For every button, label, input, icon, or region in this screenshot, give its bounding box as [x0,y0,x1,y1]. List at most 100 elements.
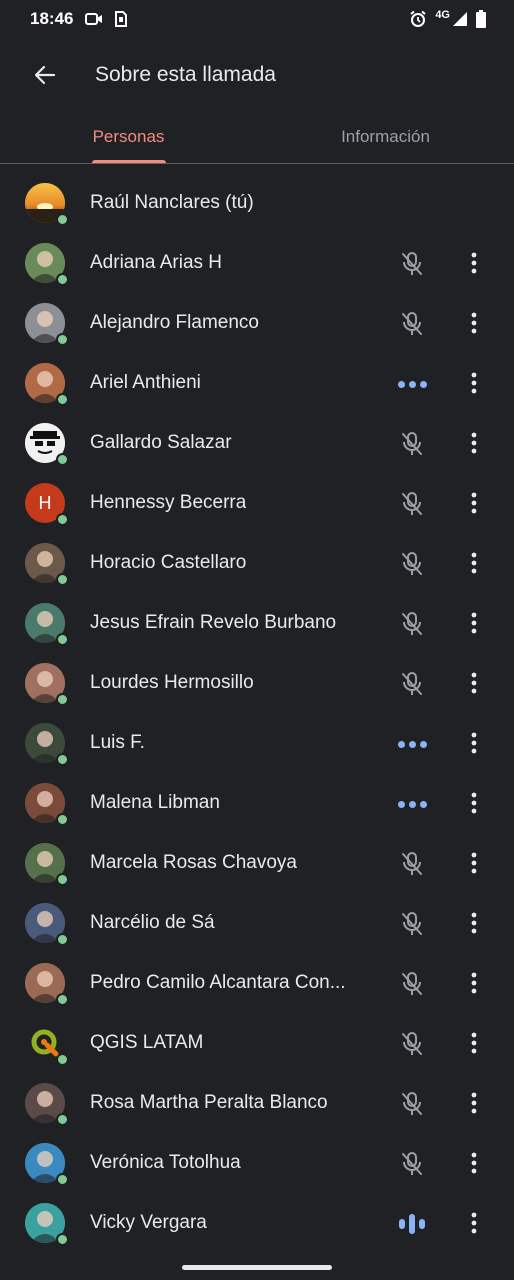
more-vert-icon [471,552,477,574]
more-vert-icon [471,792,477,814]
participant-row[interactable]: H Hennessy Becerra [0,473,514,533]
more-options-button[interactable] [462,789,486,817]
participant-row[interactable]: Rosa Martha Peralta Blanco [0,1073,514,1133]
more-options-button[interactable] [462,489,486,517]
participant-row[interactable]: Adriana Arias H [0,233,514,293]
more-options-button[interactable] [462,1149,486,1177]
participant-row[interactable]: Horacio Castellaro [0,533,514,593]
more-options-button[interactable] [462,729,486,757]
presence-dot [56,813,69,826]
avatar-letter: H [38,492,52,513]
home-gesture-handle[interactable] [182,1265,332,1270]
presence-dot [56,213,69,226]
participant-row[interactable]: Alejandro Flamenco [0,293,514,353]
more-vert-icon [471,1032,477,1054]
avatar [25,1203,69,1246]
back-button[interactable] [21,51,69,99]
signal-icon [452,11,468,27]
participant-mic-status [398,670,426,698]
participant-row[interactable]: Luis F. [0,713,514,773]
video-call-icon [85,12,103,26]
participant-row[interactable]: Ariel Anthieni [0,353,514,413]
participant-mic-status [398,850,426,878]
participant-name: Hennessy Becerra [90,492,247,513]
participant-row[interactable]: Marcela Rosas Chavoya [0,833,514,893]
more-options-button[interactable] [462,1209,486,1237]
mic-off-icon [400,551,424,577]
avatar [25,1083,69,1126]
more-vert-icon [471,1212,477,1234]
more-vert-icon [471,1092,477,1114]
participant-mic-status [398,490,426,518]
participant-name: Jesus Efrain Revelo Burbano [90,612,337,633]
mic-off-icon [400,431,424,457]
presence-dot [56,573,69,586]
more-options-button[interactable] [462,249,486,277]
mic-off-icon [400,911,424,937]
participant-mic-status [398,1030,426,1058]
participant-row[interactable]: Gallardo Salazar [0,413,514,473]
network-type-label: 4G [435,9,450,21]
participant-mic-status [397,790,427,818]
presence-dot [56,393,69,406]
more-vert-icon [471,1152,477,1174]
more-vert-icon [471,312,477,334]
mic-off-icon [400,1091,424,1117]
more-options-button[interactable] [462,1029,486,1057]
more-vert-icon [471,252,477,274]
more-options-button[interactable] [462,669,486,697]
presence-dot [56,1113,69,1126]
participant-row[interactable]: Pedro Camilo Alcantara Con... [0,953,514,1013]
tab-personas[interactable]: Personas [0,110,257,163]
participant-row[interactable]: Jesus Efrain Revelo Burbano [0,593,514,653]
tab-bar: Personas Información [0,110,514,164]
participant-name: Alejandro Flamenco [90,312,259,333]
participant-mic-status [398,970,426,998]
participant-name: Ariel Anthieni [90,372,201,393]
participant-row[interactable]: Narcélio de Sá [0,893,514,953]
presence-dot [56,933,69,946]
participant-row[interactable]: Vicky Vergara [0,1193,514,1253]
more-options-button[interactable] [462,909,486,937]
participant-name: Adriana Arias H [90,252,223,273]
participant-mic-status [398,1210,426,1238]
participant-mic-status [398,430,426,458]
participant-mic-status [398,910,426,938]
navigation-bar [0,1250,514,1280]
avatar [25,663,69,706]
participant-row[interactable]: Malena Libman [0,773,514,833]
participant-list: Raúl Nanclares (tú) Adriana Arias H Alejan… [0,173,514,1253]
participant-name: Vicky Vergara [90,1212,207,1233]
participant-mic-status [398,250,426,278]
participant-row[interactable]: Lourdes Hermosillo [0,653,514,713]
participant-mic-status [397,730,427,758]
more-options-button[interactable] [462,369,486,397]
participant-name: Luis F. [90,732,145,753]
more-vert-icon [471,852,477,874]
more-options-button[interactable] [462,1089,486,1117]
avatar [25,303,69,346]
tab-informacion[interactable]: Información [257,110,514,163]
presence-dot [56,753,69,766]
more-options-button[interactable] [462,429,486,457]
avatar [25,1023,69,1066]
presence-dot [56,693,69,706]
more-options-button[interactable] [462,549,486,577]
avatar [25,423,69,466]
participant-row[interactable]: Verónica Totolhua [0,1133,514,1193]
avatar [25,603,69,646]
mic-off-icon [400,311,424,337]
more-options-button[interactable] [462,969,486,997]
mic-off-icon [400,611,424,637]
presence-dot [56,333,69,346]
more-options-button[interactable] [462,849,486,877]
more-vert-icon [471,612,477,634]
mic-off-icon [400,671,424,697]
more-options-button[interactable] [462,609,486,637]
more-options-button[interactable] [462,309,486,337]
participant-row[interactable]: QGIS LATAM [0,1013,514,1073]
avatar [25,1143,69,1186]
participant-row[interactable]: Raúl Nanclares (tú) [0,173,514,233]
more-vert-icon [471,912,477,934]
presence-dot [56,1053,69,1066]
